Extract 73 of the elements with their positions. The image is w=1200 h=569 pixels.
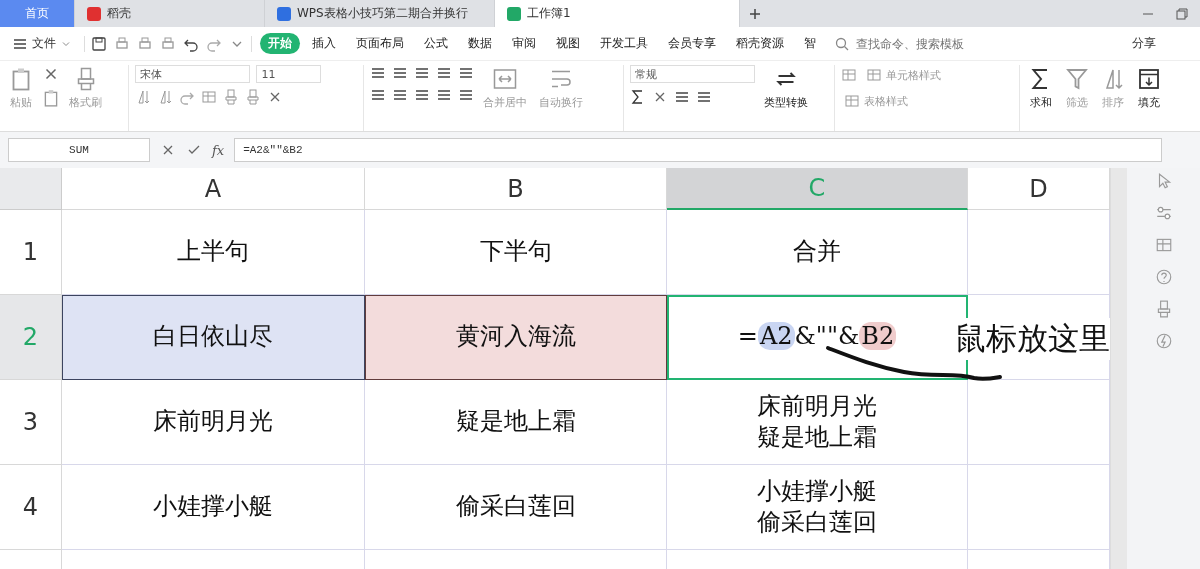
ribbon-tab[interactable]: 智 xyxy=(796,33,824,54)
name-box[interactable]: SUM xyxy=(8,138,150,162)
font-field[interactable]: 宋体 xyxy=(135,65,251,83)
align-icon[interactable] xyxy=(414,87,431,103)
row-header[interactable]: 3 xyxy=(0,380,62,465)
table-cell: 偷采白莲回 xyxy=(365,465,667,550)
column-header[interactable]: A xyxy=(62,168,365,210)
ribbon-tab[interactable]: 稻壳资源 xyxy=(728,33,792,54)
bolt-icon[interactable] xyxy=(1154,332,1173,350)
align-icon[interactable] xyxy=(458,87,475,103)
cell-text-line: 疑是地上霜 xyxy=(757,422,877,453)
formula-text: =A2&""&B2 xyxy=(737,321,897,353)
cell-text-line: 床前明月光 xyxy=(757,390,877,422)
table-cell: 黄河入海流 xyxy=(365,295,667,380)
formula-field[interactable]: =A2&""&B2 xyxy=(234,138,1162,162)
filter-icon xyxy=(1065,67,1090,91)
row-header[interactable]: 4 xyxy=(0,465,62,550)
ribbon-button[interactable]: 求和 xyxy=(1026,65,1057,112)
table-cell: 疑是地上霜 xyxy=(365,380,667,465)
align-icon[interactable] xyxy=(392,65,409,81)
document-logo-icon xyxy=(277,6,291,21)
align-icon[interactable] xyxy=(370,87,387,103)
column-header[interactable]: D xyxy=(968,168,1110,210)
table-cell: 小娃撑小艇 xyxy=(62,465,365,550)
table-cell: 床前明月光 xyxy=(62,380,365,465)
row-header[interactable]: 1 xyxy=(0,210,62,295)
table-icon[interactable] xyxy=(1154,236,1173,254)
table-icon xyxy=(865,67,882,83)
tab[interactable]: 稻壳 xyxy=(75,0,265,27)
align-icon[interactable] xyxy=(414,65,431,81)
table-cell: 白日依山尽 xyxy=(62,295,365,380)
table-cell: 合并 xyxy=(667,210,968,295)
cell-text-line: 偷采白莲回 xyxy=(757,507,877,538)
annotation-text: 鼠标放这里 xyxy=(955,318,1110,360)
ribbon-tab[interactable]: 会员专享 xyxy=(660,33,724,54)
file-menu[interactable]: 文件 xyxy=(8,35,76,52)
ribbon-tab[interactable]: 数据 xyxy=(460,33,500,54)
align-icon[interactable] xyxy=(458,65,475,81)
copy-icon[interactable] xyxy=(42,89,60,107)
size-field[interactable]: 11 xyxy=(256,65,322,83)
function-button[interactable]: fx xyxy=(212,142,225,158)
align-icon[interactable] xyxy=(436,65,453,81)
scrollbar[interactable] xyxy=(1110,168,1127,569)
ribbon-tab[interactable]: 视图 xyxy=(548,33,588,54)
ribbon-tab[interactable]: 页面布局 xyxy=(348,33,412,54)
column-header[interactable]: B xyxy=(365,168,667,210)
ribbon-tab[interactable]: 公式 xyxy=(416,33,456,54)
ribbon-tab[interactable]: 插入 xyxy=(304,33,344,54)
cell-text-line: 小娃撑小艇 xyxy=(757,475,877,507)
ribbon-button[interactable]: 类型转换 xyxy=(761,65,812,112)
fill-icon xyxy=(1137,67,1162,91)
spreadsheet-logo-icon xyxy=(507,6,521,21)
share-button[interactable]: 分享 xyxy=(1132,35,1192,52)
search-field[interactable]: 查找命令、搜索模板 xyxy=(854,36,968,51)
conditional-format-icon[interactable] xyxy=(840,67,857,83)
ribbon-tab[interactable]: 开发工具 xyxy=(592,33,656,54)
merge-icon xyxy=(493,67,518,91)
align-icon[interactable] xyxy=(370,65,387,81)
help-icon[interactable] xyxy=(1154,268,1173,286)
save-icon[interactable] xyxy=(91,35,107,52)
number-format-field[interactable]: 常规 xyxy=(630,65,756,83)
align-icon[interactable] xyxy=(436,87,453,103)
tab[interactable]: 工作簿1 xyxy=(495,0,740,27)
align-icon[interactable] xyxy=(392,87,409,103)
search-icon xyxy=(834,35,850,52)
ribbon-tab[interactable]: 审阅 xyxy=(504,33,544,54)
print-icon[interactable] xyxy=(137,35,153,52)
border-icon[interactable] xyxy=(201,89,218,105)
table-icon xyxy=(843,93,860,109)
restore-icon[interactable] xyxy=(1174,5,1190,22)
sliders-icon[interactable] xyxy=(1154,204,1173,222)
app-logo-icon xyxy=(87,6,101,21)
ribbon-button[interactable]: 填充 xyxy=(1134,65,1165,112)
